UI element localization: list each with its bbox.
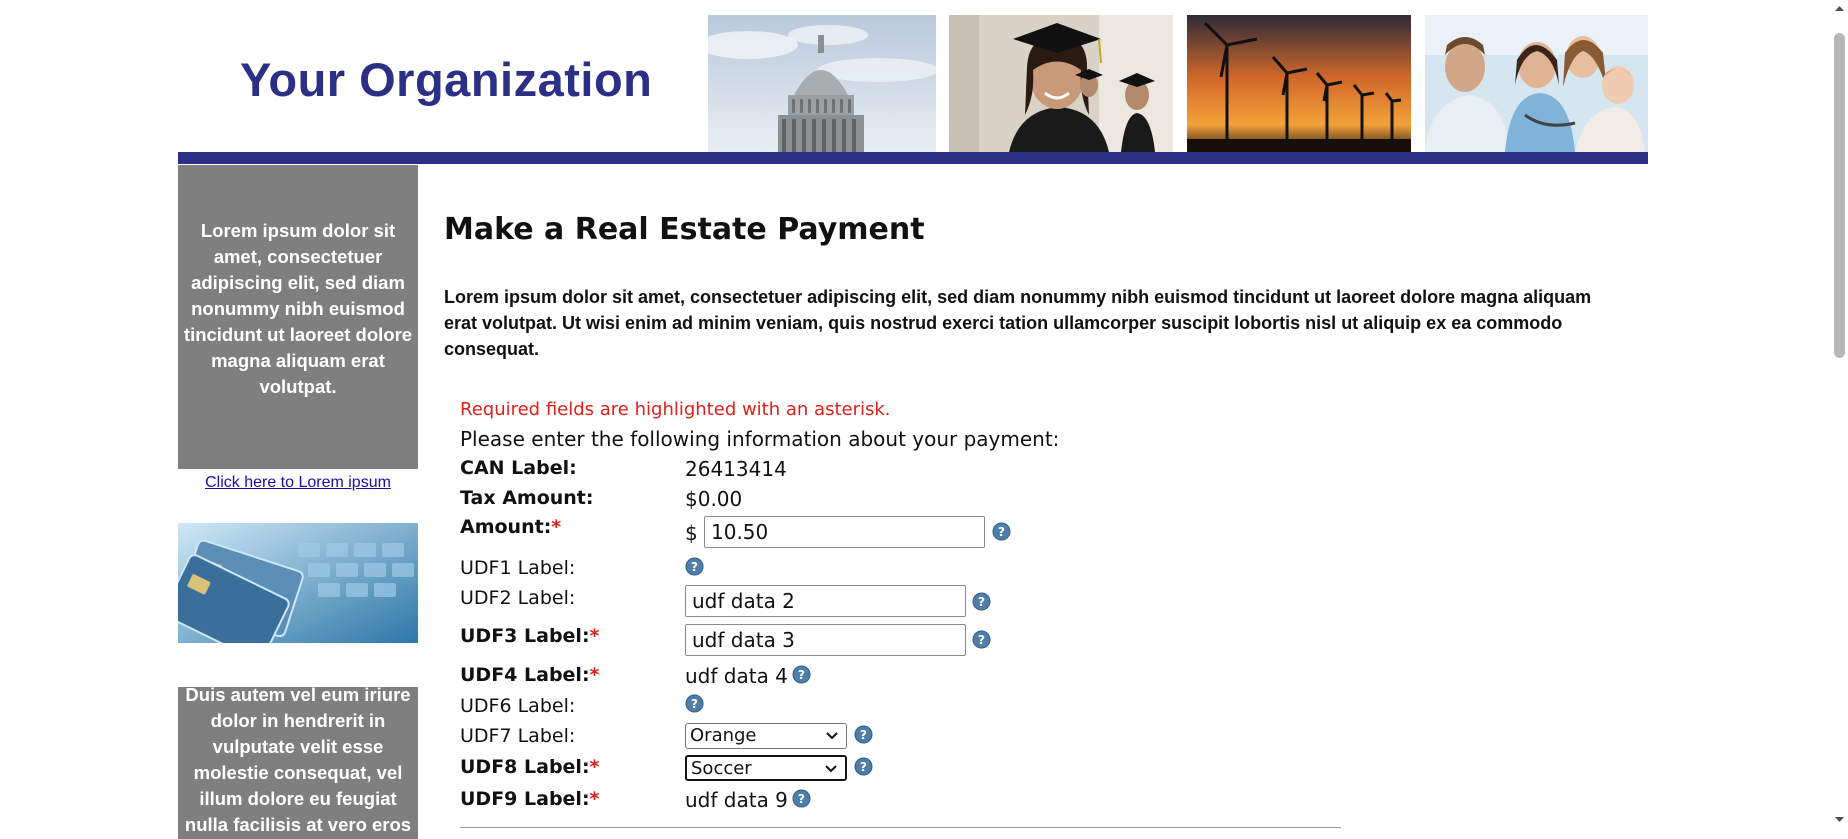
udf8-label: UDF8 Label:*: [460, 756, 599, 778]
chevron-down-icon: [825, 765, 837, 773]
udf3-label-text: UDF3 Label:: [460, 625, 590, 647]
required-asterisk: *: [589, 756, 600, 778]
amount-currency: $: [685, 521, 698, 545]
svg-text:?: ?: [798, 792, 805, 806]
wind-turbines-photo: [1187, 15, 1411, 152]
required-asterisk: *: [551, 516, 562, 538]
sidebar-intro-text: Lorem ipsum dolor sit amet, consectetuer…: [183, 220, 413, 397]
scrollbar-thumb[interactable]: [1834, 33, 1845, 358]
scroll-up-arrow-icon[interactable]: [1834, 4, 1845, 13]
site-header: Your Organization: [178, 0, 1648, 165]
help-question-icon[interactable]: ?: [792, 789, 811, 808]
amount-label: Amount:*: [460, 516, 561, 538]
doctor-family-photo: [1425, 15, 1648, 152]
intro-paragraph: Lorem ipsum dolor sit amet, consectetuer…: [444, 287, 1592, 359]
svg-text:?: ?: [978, 595, 985, 609]
chevron-down-icon: [826, 732, 838, 740]
udf8-select[interactable]: Soccer: [685, 755, 847, 781]
udf4-label: UDF4 Label:*: [460, 664, 599, 686]
udf3-label: UDF3 Label:*: [460, 625, 599, 647]
graduate-photo: [949, 15, 1173, 152]
udf8-selected-value: Soccer: [691, 758, 752, 779]
sidebar-lorem-link[interactable]: Click here to Lorem ipsum: [178, 474, 418, 492]
tax-amount-label: Tax Amount:: [460, 487, 594, 509]
vertical-scrollbar[interactable]: [1830, 0, 1848, 839]
sidebar: Lorem ipsum dolor sit amet, consectetuer…: [178, 165, 418, 839]
help-question-icon[interactable]: ?: [685, 557, 704, 576]
tax-amount-value: $0.00: [685, 487, 743, 511]
help-question-icon[interactable]: ?: [854, 757, 873, 776]
udf7-label: UDF7 Label:: [460, 725, 576, 747]
udf7-select[interactable]: Orange: [685, 723, 847, 749]
svg-text:?: ?: [860, 728, 867, 742]
svg-text:?: ?: [798, 668, 805, 682]
udf2-input[interactable]: udf data 2: [685, 585, 966, 617]
help-question-icon[interactable]: ?: [992, 522, 1011, 541]
capitol-photo: [708, 15, 936, 152]
udf9-value: udf data 9: [685, 788, 788, 812]
svg-text:?: ?: [691, 560, 698, 574]
svg-text:?: ?: [998, 525, 1005, 539]
udf2-label: UDF2 Label:: [460, 587, 576, 609]
svg-text:?: ?: [691, 697, 698, 711]
udf9-label-text: UDF9 Label:: [460, 788, 590, 810]
form-divider: [460, 827, 1341, 828]
organization-logo-title: Your Organization: [240, 53, 653, 106]
required-fields-note: Required fields are highlighted with an …: [460, 399, 891, 420]
credit-cards-keyboard-photo: [178, 523, 418, 643]
svg-text:?: ?: [978, 633, 985, 647]
udf3-input[interactable]: udf data 3: [685, 624, 966, 656]
help-question-icon[interactable]: ?: [792, 665, 811, 684]
sidebar-secondary-text: Duis autem vel eum iriure dolor in hendr…: [184, 684, 412, 835]
udf8-label-text: UDF8 Label:: [460, 756, 590, 778]
page-title: Make a Real Estate Payment: [444, 212, 925, 247]
udf4-value: udf data 4: [685, 664, 788, 688]
can-label: CAN Label:: [460, 457, 577, 479]
udf6-label: UDF6 Label:: [460, 695, 576, 717]
udf7-selected-value: Orange: [690, 725, 757, 746]
required-asterisk: *: [589, 625, 600, 647]
header-accent-bar: [178, 152, 1648, 164]
scroll-down-arrow-icon[interactable]: [1834, 815, 1845, 824]
amount-label-text: Amount:: [460, 516, 552, 538]
required-asterisk: *: [589, 788, 600, 810]
udf4-label-text: UDF4 Label:: [460, 664, 590, 686]
udf9-label: UDF9 Label:*: [460, 788, 599, 810]
svg-text:?: ?: [860, 760, 867, 774]
amount-input[interactable]: 10.50: [704, 516, 985, 548]
can-value: 26413414: [685, 457, 787, 481]
help-question-icon[interactable]: ?: [685, 694, 704, 713]
help-question-icon[interactable]: ?: [854, 725, 873, 744]
required-asterisk: *: [589, 664, 600, 686]
help-question-icon[interactable]: ?: [972, 630, 991, 649]
help-question-icon[interactable]: ?: [972, 592, 991, 611]
udf1-label: UDF1 Label:: [460, 557, 576, 579]
payment-instructions: Please enter the following information a…: [460, 427, 1060, 451]
